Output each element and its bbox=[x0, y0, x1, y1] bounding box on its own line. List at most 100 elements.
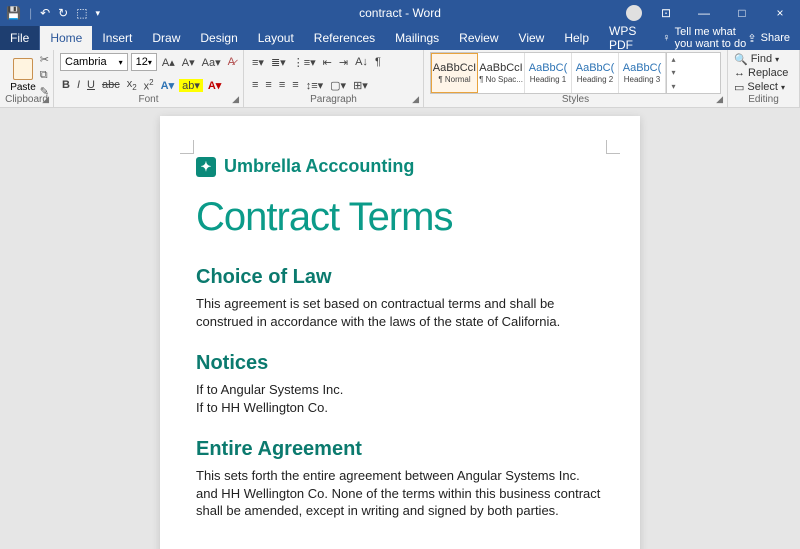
document-page[interactable]: ✦ Umbrella Acccounting Contract Terms Ch… bbox=[160, 116, 640, 549]
group-styles: AaBbCcI¶ NormalAaBbCcI¶ No Spac...AaBbC(… bbox=[424, 50, 728, 107]
section-heading: Choice of Law bbox=[196, 266, 604, 289]
group-label-styles: Styles bbox=[424, 94, 727, 105]
save-icon[interactable]: 💾 bbox=[6, 6, 21, 20]
paste-button[interactable]: Paste bbox=[6, 52, 40, 98]
superscript-button[interactable]: x2 bbox=[142, 78, 156, 93]
document-brand: ✦ Umbrella Acccounting bbox=[196, 156, 604, 177]
bold-button[interactable]: B bbox=[60, 79, 72, 91]
minimize-icon[interactable]: — bbox=[690, 6, 718, 20]
share-label: Share bbox=[761, 32, 790, 44]
redo-icon[interactable]: ↻ bbox=[58, 6, 68, 20]
numbering-button[interactable]: ≣▾ bbox=[269, 56, 288, 69]
font-color-button[interactable]: A▾ bbox=[206, 79, 223, 92]
clipboard-dialog-launcher[interactable]: ◢ bbox=[42, 94, 49, 105]
ribbon: Paste ✂ ⧉ ✎ Clipboard ◢ Cambria ▾ 12 ▾ A… bbox=[0, 50, 800, 108]
tab-review[interactable]: Review bbox=[449, 26, 508, 50]
cut-icon[interactable]: ✂ bbox=[40, 53, 49, 66]
undo-icon[interactable]: ↶ bbox=[40, 6, 50, 20]
borders-button[interactable]: ⊞▾ bbox=[351, 79, 370, 92]
text-effects-button[interactable]: A▾ bbox=[159, 79, 176, 92]
underline-button[interactable]: U bbox=[85, 79, 97, 91]
tab-wps-pdf[interactable]: WPS PDF bbox=[599, 26, 650, 50]
qat-customize-icon[interactable]: ▾ bbox=[96, 8, 101, 19]
find-button[interactable]: 🔍Find▾ bbox=[734, 52, 793, 66]
increase-indent-button[interactable]: ⇥ bbox=[337, 56, 350, 69]
tab-draw[interactable]: Draw bbox=[142, 26, 190, 50]
bullets-button[interactable]: ≡▾ bbox=[250, 56, 266, 69]
group-label-paragraph: Paragraph bbox=[244, 94, 423, 105]
styles-dialog-launcher[interactable]: ◢ bbox=[716, 94, 723, 105]
page-margin-corner bbox=[180, 140, 194, 154]
tab-home[interactable]: Home bbox=[40, 26, 92, 50]
multilevel-list-button[interactable]: ⋮≡▾ bbox=[291, 56, 318, 69]
maximize-icon[interactable]: □ bbox=[728, 6, 756, 20]
tab-help[interactable]: Help bbox=[554, 26, 599, 50]
group-label-editing: Editing bbox=[728, 94, 799, 105]
group-label-font: Font bbox=[54, 94, 243, 105]
copy-icon[interactable]: ⧉ bbox=[40, 69, 49, 82]
touch-mode-icon[interactable]: ⬚ bbox=[76, 6, 87, 20]
font-size-value: 12 bbox=[136, 56, 148, 68]
style--normal[interactable]: AaBbCcI¶ Normal bbox=[431, 53, 478, 93]
section-heading: Notices bbox=[196, 352, 604, 375]
font-name-selector[interactable]: Cambria ▾ bbox=[60, 53, 128, 71]
group-font: Cambria ▾ 12 ▾ A▴ A▾ Aa▾ A̷ B I U abc x2… bbox=[54, 50, 244, 107]
menu-bar: File HomeInsertDrawDesignLayoutReference… bbox=[0, 26, 800, 50]
replace-icon: ↔ bbox=[734, 67, 745, 79]
chevron-down-icon: ▾ bbox=[119, 58, 123, 67]
tab-mailings[interactable]: Mailings bbox=[385, 26, 449, 50]
align-right-button[interactable]: ≡ bbox=[277, 79, 287, 91]
title-bar: 💾 | ↶ ↻ ⬚ ▾ contract - Word ⊡ — □ × bbox=[0, 0, 800, 26]
line-spacing-button[interactable]: ↕≡▾ bbox=[304, 79, 325, 92]
close-icon[interactable]: × bbox=[766, 6, 794, 20]
replace-button[interactable]: ↔Replace bbox=[734, 66, 793, 80]
tab-design[interactable]: Design bbox=[190, 26, 247, 50]
select-icon: ▭ bbox=[734, 81, 744, 94]
tab-view[interactable]: View bbox=[509, 26, 555, 50]
select-button[interactable]: ▭Select▾ bbox=[734, 80, 793, 94]
page-margin-corner bbox=[606, 140, 620, 154]
sort-button[interactable]: A↓ bbox=[353, 56, 370, 68]
strikethrough-button[interactable]: abc bbox=[100, 79, 122, 91]
shading-button[interactable]: ▢▾ bbox=[328, 79, 348, 92]
tell-me-search[interactable]: ♀ Tell me what you want to do bbox=[650, 26, 747, 50]
font-dialog-launcher[interactable]: ◢ bbox=[232, 94, 239, 105]
font-name-value: Cambria bbox=[65, 56, 107, 68]
group-clipboard: Paste ✂ ⧉ ✎ Clipboard ◢ bbox=[0, 50, 54, 107]
brand-logo-icon: ✦ bbox=[196, 157, 216, 177]
style-heading-3[interactable]: AaBbC(Heading 3 bbox=[619, 53, 666, 93]
change-case-button[interactable]: Aa▾ bbox=[200, 56, 223, 69]
style-heading-1[interactable]: AaBbC(Heading 1 bbox=[525, 53, 572, 93]
tab-layout[interactable]: Layout bbox=[248, 26, 304, 50]
ribbon-options-icon[interactable]: ⊡ bbox=[652, 6, 680, 20]
clear-formatting-button[interactable]: A̷ bbox=[226, 56, 237, 68]
italic-button[interactable]: I bbox=[75, 79, 82, 91]
highlight-button[interactable]: ab▾ bbox=[179, 79, 203, 92]
subscript-button[interactable]: x2 bbox=[125, 78, 139, 92]
chevron-down-icon: ▾ bbox=[148, 58, 152, 67]
document-scroll-area[interactable]: ✦ Umbrella Acccounting Contract Terms Ch… bbox=[0, 108, 800, 549]
shrink-font-button[interactable]: A▾ bbox=[180, 56, 197, 69]
tab-insert[interactable]: Insert bbox=[92, 26, 142, 50]
lightbulb-icon: ♀ bbox=[662, 32, 670, 44]
grow-font-button[interactable]: A▴ bbox=[160, 56, 177, 69]
font-size-selector[interactable]: 12 ▾ bbox=[131, 53, 157, 71]
tab-file[interactable]: File bbox=[0, 26, 40, 50]
tab-references[interactable]: References bbox=[304, 26, 385, 50]
show-marks-button[interactable]: ¶ bbox=[373, 56, 383, 68]
style-gallery-more[interactable]: ▴▾▾ bbox=[666, 53, 680, 93]
style-heading-2[interactable]: AaBbC(Heading 2 bbox=[572, 53, 619, 93]
align-left-button[interactable]: ≡ bbox=[250, 79, 260, 91]
user-avatar[interactable] bbox=[626, 5, 642, 21]
share-button[interactable]: ⇪ Share bbox=[747, 26, 800, 50]
group-editing: 🔍Find▾ ↔Replace ▭Select▾ Editing bbox=[728, 50, 800, 107]
align-center-button[interactable]: ≡ bbox=[263, 79, 273, 91]
section-body: This sets forth the entire agreement bet… bbox=[196, 467, 604, 520]
window-title: contract - Word bbox=[359, 6, 441, 20]
paragraph-dialog-launcher[interactable]: ◢ bbox=[412, 94, 419, 105]
decrease-indent-button[interactable]: ⇤ bbox=[321, 56, 334, 69]
paste-label: Paste bbox=[10, 82, 36, 93]
justify-button[interactable]: ≡ bbox=[290, 79, 300, 91]
section-body: This agreement is set based on contractu… bbox=[196, 295, 604, 330]
style--no-spac-[interactable]: AaBbCcI¶ No Spac... bbox=[478, 53, 525, 93]
